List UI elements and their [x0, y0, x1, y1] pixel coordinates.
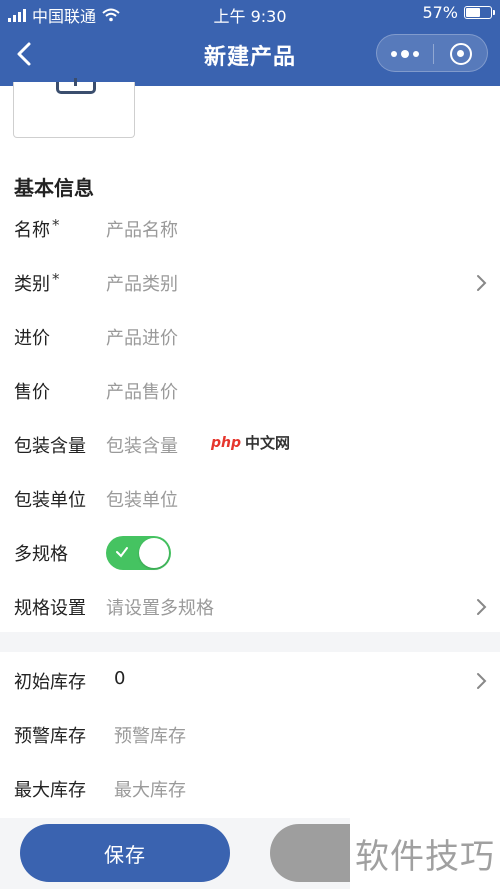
name-input[interactable]: 产品名称 [106, 216, 178, 242]
category-picker[interactable]: 产品类别 [106, 270, 178, 296]
purchase-price-row: 进价 产品进价 [0, 310, 500, 364]
max-stock-input[interactable]: 最大库存 [114, 776, 186, 802]
initial-stock-label: 初始库存 [14, 672, 86, 693]
package-unit-label: 包装单位 [14, 490, 86, 511]
chevron-right-icon [477, 673, 487, 689]
chevron-right-icon [477, 275, 487, 291]
php-watermark: php 中文网 [211, 432, 290, 453]
bottom-action-bar: 保存 软件技巧 [0, 818, 500, 889]
max-stock-label: 最大库存 [14, 780, 86, 801]
multi-spec-label: 多规格 [14, 544, 68, 565]
package-unit-row: 包装单位 包装单位 [0, 472, 500, 526]
name-row: 名称 * 产品名称 [0, 202, 500, 256]
initial-stock-value[interactable]: 0 [114, 668, 125, 689]
warning-stock-row: 预警库存 预警库存 [0, 708, 500, 762]
chevron-right-icon [477, 599, 487, 615]
mini-program-capsule [376, 34, 488, 72]
sale-price-label: 售价 [14, 382, 50, 403]
tips-watermark: 软件技巧 [350, 818, 500, 889]
save-button[interactable]: 保存 [20, 824, 230, 882]
stock-card: 初始库存 0 预警库存 预警库存 最大库存 最大库存 [0, 652, 500, 818]
package-qty-label: 包装含量 [14, 436, 86, 457]
nav-bar: 新建产品 [0, 26, 500, 86]
battery-icon [464, 6, 495, 19]
spec-settings-label: 规格设置 [14, 598, 86, 619]
section-title: 基本信息 [14, 176, 94, 200]
close-target-icon[interactable] [450, 43, 472, 65]
upload-icon [56, 78, 96, 94]
spec-settings-picker[interactable]: 请设置多规格 [106, 594, 214, 620]
spec-settings-row[interactable]: 规格设置 请设置多规格 [0, 580, 500, 634]
check-icon [116, 547, 128, 558]
multi-spec-row: 多规格 [0, 526, 500, 580]
more-icon[interactable] [391, 50, 419, 58]
initial-stock-row[interactable]: 初始库存 0 [0, 654, 500, 708]
category-label: 类别 [14, 274, 50, 295]
toggle-knob [139, 538, 169, 568]
multi-spec-toggle[interactable] [106, 536, 171, 570]
php-site-name: 中文网 [245, 434, 291, 452]
warning-stock-input[interactable]: 预警库存 [114, 722, 186, 748]
package-unit-input[interactable]: 包装单位 [106, 486, 178, 512]
sale-price-row: 售价 产品售价 [0, 364, 500, 418]
category-row[interactable]: 类别 * 产品类别 [0, 256, 500, 310]
basic-info-card: 基本信息 名称 * 产品名称 类别 * 产品类别 进价 产品进价 售价 产品售价 包… [0, 78, 500, 634]
sale-price-input[interactable]: 产品售价 [106, 378, 178, 404]
image-upload-box[interactable] [13, 78, 135, 138]
warning-stock-label: 预警库存 [14, 726, 86, 747]
top-bar: 中国联通 上午 9:30 57% 新建产品 [0, 0, 500, 86]
required-mark: * [52, 216, 60, 234]
required-mark: * [52, 270, 60, 288]
php-logo: php [211, 434, 242, 451]
package-qty-input[interactable]: 包装含量 [106, 432, 178, 458]
status-bar: 中国联通 上午 9:30 57% [0, 0, 500, 26]
battery-percent: 57% [422, 3, 458, 22]
purchase-price-label: 进价 [14, 328, 50, 349]
purchase-price-input[interactable]: 产品进价 [106, 324, 178, 350]
max-stock-row: 最大库存 最大库存 [0, 762, 500, 816]
name-label: 名称 [14, 220, 50, 241]
